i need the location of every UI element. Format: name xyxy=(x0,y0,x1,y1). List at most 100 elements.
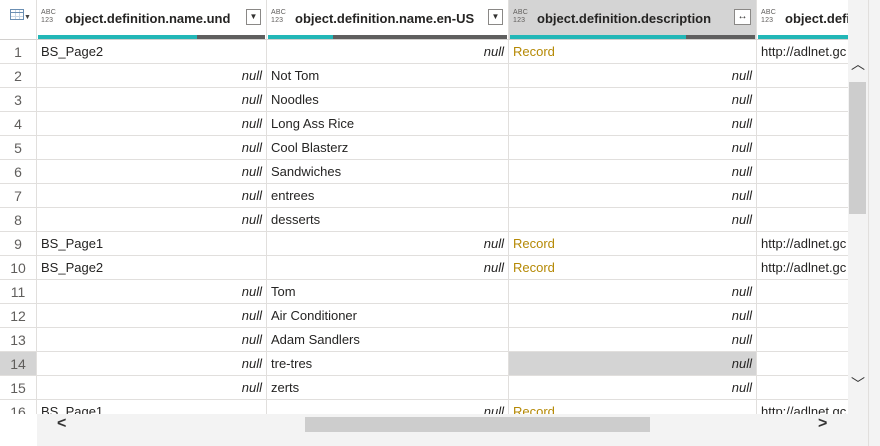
chevron-left-icon[interactable]: < xyxy=(57,415,66,433)
table-row[interactable]: 3 null Noodles null xyxy=(0,88,848,112)
table-cell[interactable]: null xyxy=(37,64,267,88)
row-number[interactable]: 12 xyxy=(0,304,37,328)
record-link[interactable]: Record xyxy=(513,44,555,59)
table-cell[interactable]: null xyxy=(37,376,267,400)
row-number[interactable]: 10 xyxy=(0,256,37,280)
table-cell[interactable]: entrees xyxy=(267,184,509,208)
table-cell[interactable]: Cool Blasterz xyxy=(267,136,509,160)
vertical-scroll-thumb[interactable] xyxy=(849,82,866,214)
table-cell[interactable]: zerts xyxy=(267,376,509,400)
table-cell[interactable] xyxy=(757,376,848,400)
horizontal-scroll-thumb[interactable] xyxy=(305,417,650,432)
filter-dropdown-button[interactable]: ▼ xyxy=(246,9,261,25)
table-cell[interactable]: null xyxy=(509,136,757,160)
record-link[interactable]: Record xyxy=(513,404,555,414)
table-cell[interactable]: null xyxy=(37,304,267,328)
table-cell[interactable]: null xyxy=(509,160,757,184)
table-cell[interactable]: BS_Page1 xyxy=(37,400,267,414)
table-cell[interactable]: null xyxy=(509,328,757,352)
type-any-icon[interactable]: ABC 123 xyxy=(271,9,286,25)
table-cell[interactable] xyxy=(757,160,848,184)
type-any-icon[interactable]: ABC 123 xyxy=(41,9,56,25)
table-cell[interactable] xyxy=(757,136,848,160)
table-cell[interactable]: null xyxy=(509,88,757,112)
table-cell[interactable]: null xyxy=(267,256,509,280)
row-number[interactable]: 7 xyxy=(0,184,37,208)
table-cell[interactable]: Record xyxy=(509,40,757,64)
table-cell[interactable] xyxy=(757,208,848,232)
chevron-up-icon[interactable]: ︿ xyxy=(851,54,865,74)
table-cell[interactable]: null xyxy=(267,40,509,64)
table-cell[interactable]: desserts xyxy=(267,208,509,232)
table-cell[interactable]: Sandwiches xyxy=(267,160,509,184)
table-cell[interactable]: null xyxy=(509,280,757,304)
table-row[interactable]: 11 null Tom null xyxy=(0,280,848,304)
row-number[interactable]: 11 xyxy=(0,280,37,304)
table-cell[interactable]: Adam Sandlers xyxy=(267,328,509,352)
table-row[interactable]: 15 null zerts null xyxy=(0,376,848,400)
type-any-icon[interactable]: ABC 123 xyxy=(761,9,776,25)
table-row[interactable]: 8 null desserts null xyxy=(0,208,848,232)
record-link[interactable]: Record xyxy=(513,260,555,275)
table-row[interactable]: 4 null Long Ass Rice null xyxy=(0,112,848,136)
table-cell[interactable]: Record xyxy=(509,256,757,280)
chevron-right-icon[interactable]: > xyxy=(818,415,827,433)
column-header-1[interactable]: ABC 123 object.definition.name.und ▼ xyxy=(37,0,267,40)
table-cell[interactable] xyxy=(757,184,848,208)
table-row[interactable]: 5 null Cool Blasterz null xyxy=(0,136,848,160)
table-cell[interactable] xyxy=(757,280,848,304)
row-number[interactable]: 1 xyxy=(0,40,37,64)
table-cell[interactable] xyxy=(757,112,848,136)
table-menu-button[interactable]: ▼ xyxy=(0,0,37,40)
table-cell[interactable]: http://adlnet.gc xyxy=(757,40,848,64)
table-cell[interactable]: null xyxy=(37,112,267,136)
table-cell[interactable]: Record xyxy=(509,232,757,256)
expand-columns-icon[interactable]: ↔ xyxy=(734,9,751,25)
table-row[interactable]: 9 BS_Page1 null Record http://adlnet.gc xyxy=(0,232,848,256)
column-header-3[interactable]: ABC 123 object.definition.description ↔ xyxy=(509,0,757,40)
table-cell[interactable]: Record xyxy=(509,400,757,414)
table-cell[interactable]: BS_Page2 xyxy=(37,40,267,64)
filter-dropdown-button[interactable]: ▼ xyxy=(488,9,503,25)
column-header-2[interactable]: ABC 123 object.definition.name.en-US ▼ xyxy=(267,0,509,40)
table-cell[interactable]: null xyxy=(37,184,267,208)
table-cell[interactable]: null xyxy=(509,304,757,328)
table-cell[interactable]: null xyxy=(267,400,509,414)
table-cell[interactable]: null xyxy=(37,352,267,376)
row-number[interactable]: 5 xyxy=(0,136,37,160)
table-cell[interactable]: null xyxy=(37,328,267,352)
table-cell[interactable] xyxy=(757,352,848,376)
table-row[interactable]: 6 null Sandwiches null xyxy=(0,160,848,184)
row-number[interactable]: 8 xyxy=(0,208,37,232)
table-cell[interactable]: null xyxy=(509,376,757,400)
table-row[interactable]: 16 BS_Page1 null Record http://adlnet.gc xyxy=(0,400,848,414)
vertical-scrollbar[interactable]: ︿ ﹀ xyxy=(848,40,868,414)
table-cell[interactable]: null xyxy=(37,280,267,304)
row-number[interactable]: 4 xyxy=(0,112,37,136)
row-number[interactable]: 16 xyxy=(0,400,37,414)
row-number[interactable]: 13 xyxy=(0,328,37,352)
row-number[interactable]: 6 xyxy=(0,160,37,184)
row-number[interactable]: 15 xyxy=(0,376,37,400)
table-cell[interactable]: null xyxy=(509,112,757,136)
table-cell[interactable]: Not Tom xyxy=(267,64,509,88)
table-cell[interactable]: BS_Page2 xyxy=(37,256,267,280)
chevron-down-icon[interactable]: ﹀ xyxy=(851,374,865,394)
table-row[interactable]: 14 null tre-tres null xyxy=(0,352,848,376)
table-cell[interactable]: http://adlnet.gc xyxy=(757,256,848,280)
horizontal-scrollbar[interactable]: < > xyxy=(37,414,848,436)
table-cell[interactable]: null xyxy=(509,184,757,208)
row-number[interactable]: 2 xyxy=(0,64,37,88)
table-cell[interactable] xyxy=(757,328,848,352)
table-cell[interactable]: Air Conditioner xyxy=(267,304,509,328)
table-cell[interactable]: null xyxy=(509,64,757,88)
table-cell[interactable]: null xyxy=(37,136,267,160)
table-cell[interactable]: null xyxy=(37,88,267,112)
table-cell[interactable]: null xyxy=(509,208,757,232)
table-cell[interactable]: Noodles xyxy=(267,88,509,112)
column-header-4[interactable]: ABC 123 object.definitio xyxy=(757,0,848,40)
table-cell[interactable] xyxy=(757,88,848,112)
table-cell[interactable]: Tom xyxy=(267,280,509,304)
record-link[interactable]: Record xyxy=(513,236,555,251)
row-number[interactable]: 9 xyxy=(0,232,37,256)
